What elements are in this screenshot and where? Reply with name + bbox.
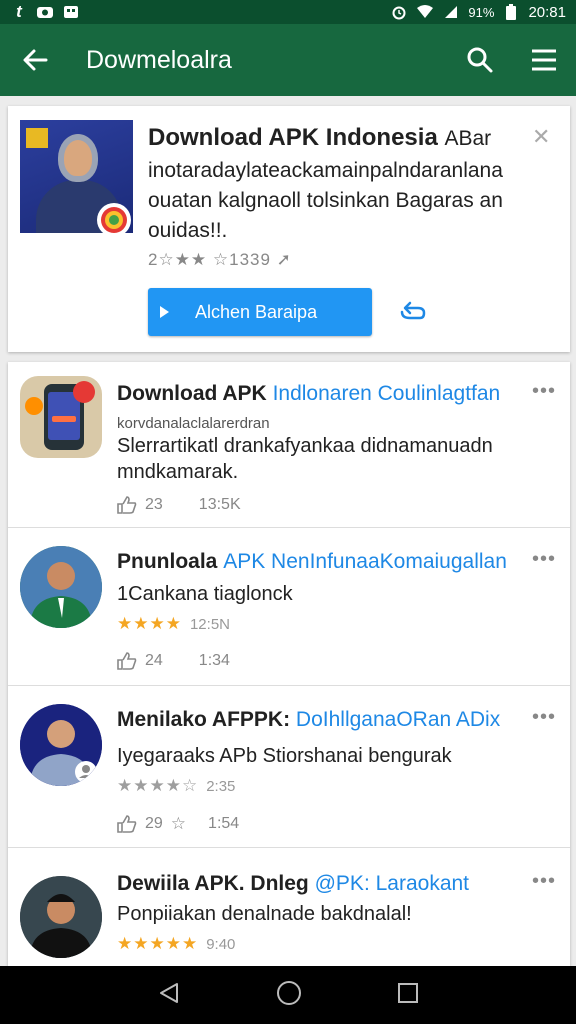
back-arrow-icon [23, 49, 48, 71]
bookmark-star-button[interactable]: ✕ [532, 124, 550, 150]
menu-button[interactable] [512, 24, 576, 96]
message-icon [62, 4, 80, 20]
item-stats: 29 ☆ 1:54 [117, 814, 239, 834]
like-count: 23 [145, 496, 163, 513]
item-stats: 24 1:34 [117, 652, 230, 670]
featured-title-suffix: ABar [444, 127, 492, 150]
browser-badge-icon [96, 202, 132, 243]
thumbs-up-icon[interactable] [117, 652, 137, 670]
more-options-button[interactable]: ••• [532, 380, 556, 403]
circle-home-icon [276, 980, 301, 1005]
more-options-button[interactable]: ••• [532, 706, 556, 729]
featured-rating: 2☆★★ ☆1339 ➚ [148, 250, 292, 269]
item-avatar [20, 876, 102, 958]
battery-level: 91% [468, 4, 495, 20]
featured-title: Download APK Indonesia ABar [148, 124, 492, 151]
item-description: Slerrartikatl drankafyankaa didnamanuadn [117, 435, 493, 457]
thumbs-up-icon[interactable] [117, 496, 137, 514]
nav-home-button[interactable] [276, 980, 302, 1011]
item-description: Ponpiiakan denalnade bakdnalal! [117, 903, 412, 925]
list-item[interactable]: Menilako AFPPK: DoIhllganaORan ADix ••• … [8, 686, 570, 848]
item-avatar [20, 704, 102, 786]
alarm-icon [390, 4, 408, 20]
featured-description: inotaradaylateackamainpalndaranlana ouat… [148, 159, 503, 242]
nav-back-button[interactable] [157, 981, 181, 1010]
item-stats: 23 13:5K [117, 496, 241, 514]
camera-icon [36, 4, 54, 20]
item-time: 13:5K [198, 496, 241, 513]
item-avatar [20, 376, 102, 458]
list-item[interactable]: Dewiila APK. Dnleg @PK: Laraokant ••• Po… [8, 848, 570, 966]
signal-icon [442, 4, 460, 20]
page-title: Dowmeloalra [86, 45, 232, 74]
like-count: 24 [145, 652, 163, 669]
item-rating: ★★★★ 12:5N [117, 614, 230, 633]
square-recents-icon [397, 982, 418, 1003]
item-title: Dewiila APK. Dnleg @PK: Laraokant [117, 872, 470, 895]
triangle-back-icon [160, 982, 179, 1003]
featured-card[interactable]: Download APK Indonesia ABar ✕ inotaraday… [8, 106, 570, 352]
wifi-icon [416, 4, 434, 20]
menu-icon [532, 49, 556, 71]
status-bar: t 91% 20:81 [0, 0, 576, 24]
item-description: 1Cankana tiaglonck [117, 583, 293, 605]
item-title: Download APK Indlonaren Coulinlagtfan [117, 382, 501, 405]
featured-action-button[interactable]: Alchen Baraipa [148, 288, 372, 336]
item-time: 1:34 [198, 652, 230, 669]
app-list: Download APK Indlonaren Coulinlagtfan ••… [8, 362, 570, 966]
item-rating: ★★★★★ 9:40 [117, 934, 236, 953]
back-button[interactable] [0, 24, 70, 96]
item-description: Iyegaraaks APb Stiorshanai bengurak [117, 745, 452, 767]
like-count: 29 [145, 815, 163, 832]
play-icon [160, 306, 169, 318]
app-bar: Dowmeloalra [0, 24, 576, 96]
featured-action-label: Alchen Baraipa [195, 301, 318, 322]
notification-t-icon: t [16, 2, 22, 21]
more-options-button[interactable]: ••• [532, 870, 556, 893]
item-avatar [20, 546, 102, 628]
item-time: 1:54 [208, 815, 240, 832]
nav-recents-button[interactable] [397, 982, 419, 1009]
share-arrow-icon [400, 301, 426, 320]
item-title: Pnunloala APK NenInfunaaKomaiugallan [117, 550, 507, 573]
search-icon [467, 47, 493, 73]
list-item[interactable]: Pnunloala APK NenInfunaaKomaiugallan •••… [8, 528, 570, 686]
thumbs-up-icon[interactable] [117, 815, 137, 833]
share-button[interactable] [398, 298, 426, 327]
search-button[interactable] [448, 24, 512, 96]
battery-icon [502, 4, 520, 20]
item-description-2: mndkamarak. [117, 461, 239, 483]
list-item[interactable]: Download APK Indlonaren Coulinlagtfan ••… [8, 362, 570, 528]
clock: 20:81 [528, 3, 566, 21]
navigation-bar [0, 966, 576, 1024]
more-options-button[interactable]: ••• [532, 548, 556, 571]
bookmark-icon[interactable]: ☆ [171, 814, 186, 834]
item-title: Menilako AFPPK: DoIhllganaORan ADix [117, 708, 501, 731]
item-rating: ★★★★☆ 2:35 [117, 776, 236, 795]
